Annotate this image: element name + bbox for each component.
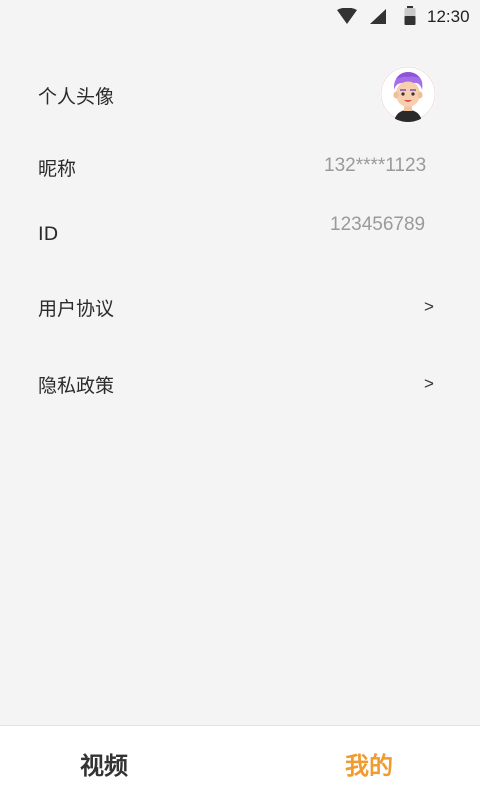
nickname-value: 132****1123 (324, 155, 427, 176)
avatar-label: 个人头像 (38, 86, 115, 108)
user-agreement-row[interactable]: 用户协议 > (0, 290, 480, 330)
id-value: 123456789 (330, 214, 426, 235)
id-label: ID (38, 223, 59, 245)
privacy-policy-label: 隐私政策 (38, 375, 115, 397)
chevron-right-icon: > (424, 297, 434, 316)
avatar[interactable] (380, 66, 436, 122)
signal-icon (370, 9, 386, 24)
avatar-image (380, 66, 436, 122)
tab-video[interactable]: 视频 (80, 746, 128, 781)
status-bar: 12:30 (0, 0, 480, 34)
user-agreement-label: 用户协议 (38, 298, 115, 320)
tab-mine[interactable]: 我的 (345, 746, 393, 781)
id-row: ID 123456789 (0, 212, 480, 256)
nickname-row[interactable]: 昵称 132****1123 (0, 150, 480, 190)
status-time: 12:30 (427, 7, 470, 26)
privacy-policy-row[interactable]: 隐私政策 > (0, 367, 480, 407)
chevron-right-icon: > (424, 374, 434, 393)
nickname-label: 昵称 (38, 158, 77, 180)
battery-icon (404, 6, 416, 25)
bottom-tab-bar: 视频 我的 (0, 725, 480, 801)
wifi-icon (337, 8, 357, 24)
